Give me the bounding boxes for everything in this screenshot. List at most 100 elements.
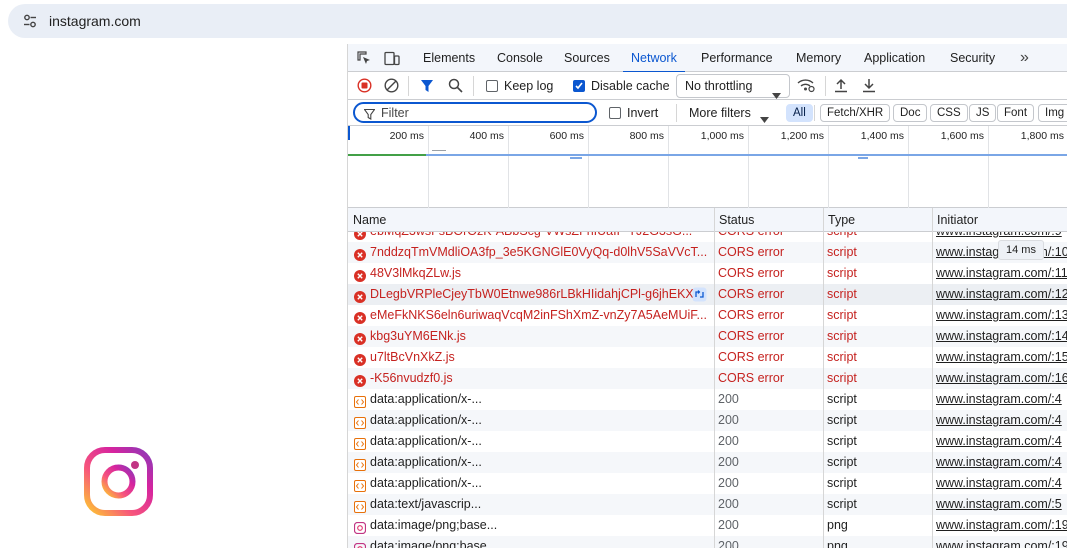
chip-all[interactable]: All [786,104,813,122]
table-row[interactable]: kbg3uYM6ENk.js CORS error script www.instag… [348,326,1067,347]
table-row[interactable]: data:application/x-... 200 script www.insta… [348,473,1067,494]
request-status: CORS error [718,329,784,343]
column-divider[interactable] [932,208,933,548]
request-initiator[interactable]: www.instagram.com/:4 [936,452,1067,473]
timeline-cursor [348,126,350,140]
tab-elements[interactable]: Elements [423,44,475,72]
upload-har-icon[interactable] [834,78,848,98]
request-status: CORS error [718,371,784,385]
request-initiator[interactable]: www.instagram.com/:4 [936,473,1067,494]
request-initiator[interactable]: www.instagram.com/:4 [936,389,1067,410]
filter-funnel-icon[interactable] [420,79,434,98]
table-row[interactable]: 7nddzqTmVMdliOA3fp_3e5KGNGlE0VyQq-d0lhV5… [348,242,1067,263]
url-text[interactable]: instagram.com [49,13,141,29]
request-table-header: Name Status Type Initiator [348,208,1067,232]
table-row[interactable]: data:image/png;base... 200 png www.instagra… [348,536,1067,548]
request-initiator[interactable]: www.instagram.com/:19 [936,536,1067,548]
invert-label[interactable]: Invert [627,106,658,120]
request-status: 200 [718,392,739,406]
table-row[interactable]: DLegbVRPleCjeyTbW0Etnwe986rLBkHIidahjCPl… [348,284,1067,305]
disable-cache-label[interactable]: Disable cache [591,79,670,93]
request-initiator[interactable]: www.instagram.com/:14 [936,326,1067,347]
download-har-icon[interactable] [862,78,876,98]
site-settings-icon[interactable] [22,13,38,34]
table-row[interactable]: -K56nvudzf0.js CORS error script www.instag… [348,368,1067,389]
disable-cache-checkbox[interactable] [573,80,585,92]
throttling-select[interactable]: No throttling [676,74,790,99]
request-status: 200 [718,476,739,490]
chip-css[interactable]: CSS [930,104,968,122]
column-status[interactable]: Status [714,208,822,232]
address-bar[interactable]: instagram.com [8,4,1067,38]
table-row[interactable]: 48V3lMkqZLw.js CORS error script www.instag… [348,263,1067,284]
chip-img[interactable]: Img [1038,104,1067,122]
chip-font[interactable]: Font [997,104,1035,122]
request-initiator[interactable]: www.instagram.com/:19 [936,515,1067,536]
chip-doc[interactable]: Doc [893,104,928,122]
timeline-request-mark [570,157,582,159]
network-overview-timeline[interactable]: 200 ms 400 ms 600 ms 800 ms 1,000 ms 1,2… [348,126,1067,208]
script-file-icon [354,415,366,429]
tab-sources[interactable]: Sources [564,44,610,72]
column-type[interactable]: Type [823,208,931,232]
timeline-tick-label: 1,000 ms [700,130,744,142]
table-row[interactable]: data:application/x-... 200 script www.insta… [348,389,1067,410]
tab-security[interactable]: Security [950,44,995,72]
more-filters-button[interactable]: More filters [689,106,751,120]
table-row[interactable]: data:text/javascrip... 200 script www.insta… [348,494,1067,515]
request-status: 200 [718,434,739,448]
device-toolbar-icon[interactable] [384,51,400,71]
tab-application[interactable]: Application [864,44,925,72]
request-name: data:application/x-... [370,434,482,448]
column-divider[interactable] [714,208,715,548]
request-name: data:text/javascrip... [370,497,482,511]
request-status: CORS error [718,287,784,301]
filter-divider [814,105,815,121]
reveal-in-panel-icon[interactable] [692,287,707,302]
request-type: png [827,518,848,532]
column-initiator[interactable]: Initiator [932,208,1067,232]
request-status: CORS error [718,266,784,280]
table-row[interactable]: u7ltBcVnXkZ.js CORS error script www.instag… [348,347,1067,368]
table-row[interactable]: data:application/x-... 200 script www.insta… [348,431,1067,452]
tab-network[interactable]: Network [623,44,685,73]
search-icon[interactable] [448,78,463,98]
request-initiator[interactable]: www.instagram.com/:13 [936,305,1067,326]
inspect-element-icon[interactable] [357,51,372,71]
clear-icon[interactable] [384,78,399,98]
chip-fetch-xhr[interactable]: Fetch/XHR [820,104,891,122]
network-conditions-icon[interactable] [797,78,815,98]
request-initiator[interactable]: www.instagram.com/:15 [936,347,1067,368]
chip-js[interactable]: JS [969,104,997,122]
table-row[interactable]: eMeFkNKS6eln6uriwaqVcqM2inFShXmZ-vnZy7A5… [348,305,1067,326]
more-tabs-icon[interactable]: » [1020,49,1029,67]
request-initiator[interactable]: www.instagram.com/:11 [936,263,1067,284]
filter-input[interactable]: Filter [353,102,597,123]
table-row[interactable]: ebMqZ3wsFsBOrOzK-ABbScg-VWsZFnIUaIF-TJ2G… [348,232,1067,242]
request-status: 200 [718,518,739,532]
request-initiator[interactable]: www.instagram.com/:4 [936,410,1067,431]
keep-log-label[interactable]: Keep log [504,79,553,93]
request-name: ebMqZ3wsFsBOrOzK-ABbScg-VWsZFnIUaIF-TJ2G… [370,232,712,242]
request-initiator[interactable]: www.instagram.com/:12 [936,284,1067,305]
tab-console[interactable]: Console [497,44,543,72]
timeline-tick-label: 600 ms [549,130,584,142]
timeline-tick [588,126,589,208]
request-initiator[interactable]: www.instagram.com/:5 [936,494,1067,515]
tab-performance[interactable]: Performance [701,44,773,72]
image-file-icon [353,541,367,548]
request-initiator[interactable]: www.instagram.com/:4 [936,431,1067,452]
request-type: script [827,392,857,406]
keep-log-checkbox[interactable] [486,80,498,92]
tab-memory[interactable]: Memory [796,44,841,72]
script-file-icon [354,394,366,408]
network-toolbar: Keep log Disable cache No throttling [348,72,1067,100]
record-icon[interactable] [357,78,372,98]
table-row[interactable]: data:image/png;base... 200 png www.instagra… [348,515,1067,536]
invert-checkbox[interactable] [609,107,621,119]
column-name[interactable]: Name [348,208,714,232]
column-divider[interactable] [823,208,824,548]
table-row[interactable]: data:application/x-... 200 script www.insta… [348,452,1067,473]
request-initiator[interactable]: www.instagram.com/:16 [936,368,1067,389]
table-row[interactable]: data:application/x-... 200 script www.insta… [348,410,1067,431]
